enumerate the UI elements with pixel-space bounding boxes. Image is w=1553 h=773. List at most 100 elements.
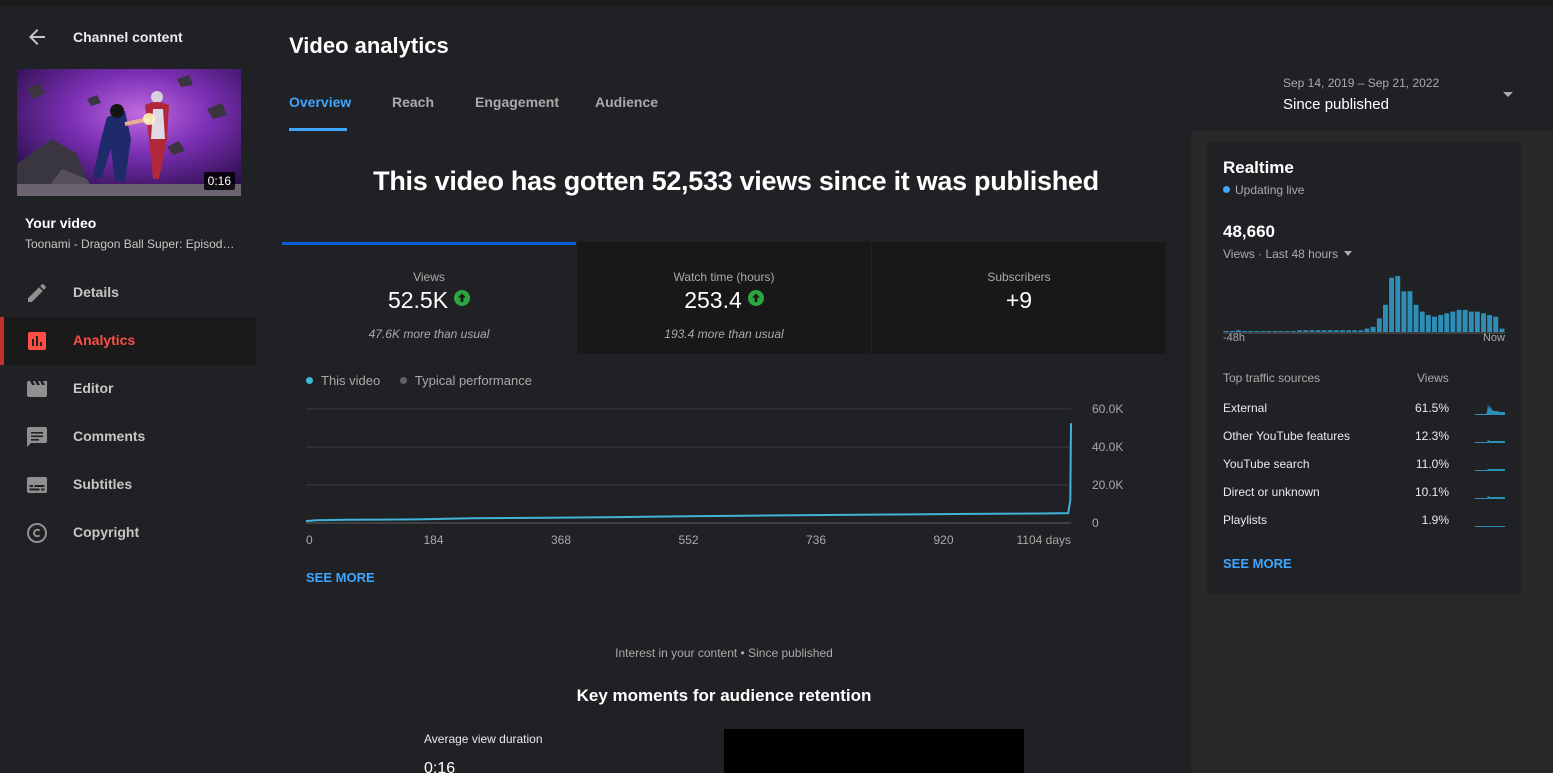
back-row: Channel content (0, 20, 256, 54)
sparkline-icon (1475, 440, 1505, 443)
interest-caption: Interest in your content • Since publish… (615, 646, 833, 660)
realtime-see-more-link[interactable]: SEE MORE (1223, 556, 1292, 571)
sidebar-item-copyright[interactable]: Copyright (0, 509, 256, 557)
metric-card-watch-time[interactable]: Watch time (hours) 253.4 193.4 more than… (577, 242, 871, 354)
tab-reach[interactable]: Reach (392, 94, 434, 110)
realtime-bar (1333, 330, 1339, 332)
realtime-bar-chart[interactable] (1223, 270, 1505, 334)
realtime-bar (1303, 330, 1309, 332)
sidebar-item-analytics[interactable]: Analytics (0, 317, 256, 365)
metric-value-wrap: 253.4 (577, 287, 871, 314)
traffic-views-header: Views (1417, 371, 1449, 385)
y-tick-label: 20.0K (1092, 478, 1123, 492)
realtime-bar (1401, 291, 1407, 332)
realtime-bar (1352, 330, 1358, 332)
copyright-icon (27, 523, 47, 543)
page-title: Video analytics (289, 33, 449, 58)
traffic-source-row[interactable]: Playlists 1.9% (1223, 513, 1505, 533)
traffic-source-row[interactable]: External 61.5% (1223, 401, 1505, 421)
realtime-bar (1272, 331, 1278, 332)
sidebar-item-details[interactable]: Details (0, 269, 256, 317)
traffic-source-row[interactable]: YouTube search 11.0% (1223, 457, 1505, 477)
active-tab-indicator (289, 128, 347, 131)
metric-card-subscribers[interactable]: Subscribers +9 (872, 242, 1166, 354)
video-thumbnail[interactable]: 0:16 (17, 69, 241, 196)
video-duration-badge: 0:16 (203, 172, 235, 190)
views-headline: This video has gotten 52,533 views since… (373, 166, 1099, 196)
metric-value: +9 (1005, 287, 1033, 313)
trend-up-icon (454, 290, 471, 306)
tab-engagement[interactable]: Engagement (475, 94, 559, 110)
realtime-bar (1444, 313, 1450, 332)
realtime-bar (1493, 316, 1499, 332)
realtime-bar (1297, 330, 1303, 332)
x-tick-label: 552 (678, 533, 698, 547)
metric-value: 52.5K (387, 287, 449, 313)
arrow-back-icon[interactable] (24, 25, 50, 49)
x-tick-label: 1104 days (1017, 533, 1072, 547)
sparkline-icon (1475, 403, 1505, 415)
legend-label: Typical performance (414, 373, 532, 388)
realtime-bar (1481, 313, 1486, 332)
realtime-status: Updating live (1223, 183, 1304, 197)
realtime-bar (1432, 316, 1437, 332)
metric-note: 193.4 more than usual (664, 327, 784, 341)
chart-legend: This video Typical performance (306, 373, 548, 388)
metric-card-views[interactable]: Views 52.5K 47.6K more than usual (282, 242, 576, 354)
date-period-text: Since published (1283, 96, 1389, 113)
x-tick-label: 920 (933, 533, 953, 547)
sidebar-item-label: Editor (73, 380, 114, 396)
retention-video-preview[interactable] (724, 729, 1024, 773)
x-tick-label: 0 (306, 533, 313, 547)
sidebar-item-label: Details (73, 284, 119, 300)
dropdown-caret-icon (1503, 92, 1513, 97)
realtime-bar (1315, 330, 1321, 332)
legend-label: This video (321, 373, 381, 388)
realtime-bar (1358, 330, 1364, 332)
analytics-icon (28, 332, 46, 350)
traffic-source-name: Other YouTube features (1223, 429, 1350, 443)
channel-content-link[interactable]: Channel content (73, 29, 183, 45)
sidebar-item-label: Copyright (73, 524, 140, 540)
sparkline-icon (1475, 526, 1505, 527)
realtime-bar (1291, 331, 1296, 332)
realtime-status-text: Updating live (1235, 183, 1305, 197)
realtime-bar (1278, 331, 1284, 332)
realtime-bar (1321, 330, 1327, 332)
traffic-source-row[interactable]: Direct or unknown 10.1% (1223, 485, 1505, 505)
sidebar-item-editor[interactable]: Editor (0, 365, 256, 413)
sidebar-item-subtitles[interactable]: Subtitles (0, 461, 256, 509)
realtime-bar (1425, 315, 1431, 332)
realtime-bar (1487, 315, 1493, 332)
see-more-link[interactable]: SEE MORE (306, 570, 375, 585)
trend-up-icon (747, 290, 764, 306)
realtime-bar (1327, 330, 1333, 332)
realtime-period-dropdown[interactable]: Views · Last 48 hours (1223, 247, 1353, 261)
y-tick-label: 40.0K (1092, 440, 1123, 454)
x-tick-label: 368 (551, 533, 571, 547)
traffic-source-name: Playlists (1223, 513, 1268, 527)
key-moments-title: Key moments for audience retention (576, 686, 872, 705)
traffic-source-pct: 10.1% (1414, 485, 1449, 499)
date-range-dropdown[interactable]: Sep 14, 2019 – Sep 21, 2022 Since publis… (1283, 76, 1513, 116)
realtime-bar (1413, 304, 1419, 332)
traffic-source-row[interactable]: Other YouTube features 12.3% (1223, 429, 1505, 449)
x-tick-label: 184 (423, 533, 443, 547)
sidebar-item-label: Analytics (73, 332, 136, 348)
traffic-source-pct: 11.0% (1415, 457, 1449, 471)
views-line-chart[interactable]: 60.0K 40.0K 20.0K 0 0 184 368 552 736 920 1104 day… (296, 401, 1146, 556)
y-tick-label: 0 (1092, 516, 1099, 530)
sidebar-item-comments[interactable]: Comments (0, 413, 256, 461)
sparkline-icon (1475, 469, 1505, 471)
realtime-bar (1309, 330, 1315, 332)
tab-overview[interactable]: Overview (289, 94, 351, 110)
metric-label: Subscribers (987, 270, 1051, 284)
tab-audience[interactable]: Audience (595, 94, 658, 110)
series-line-this-video[interactable] (305, 423, 1072, 523)
clapperboard-icon (27, 381, 47, 397)
traffic-sources-header: Top traffic sources (1223, 371, 1321, 385)
subtitles-icon (27, 477, 47, 493)
realtime-column: Realtime Updating live 48,660 Views · La… (1191, 131, 1553, 773)
realtime-card: Realtime Updating live 48,660 Views · La… (1207, 142, 1521, 594)
dropdown-caret-icon (1344, 251, 1353, 256)
